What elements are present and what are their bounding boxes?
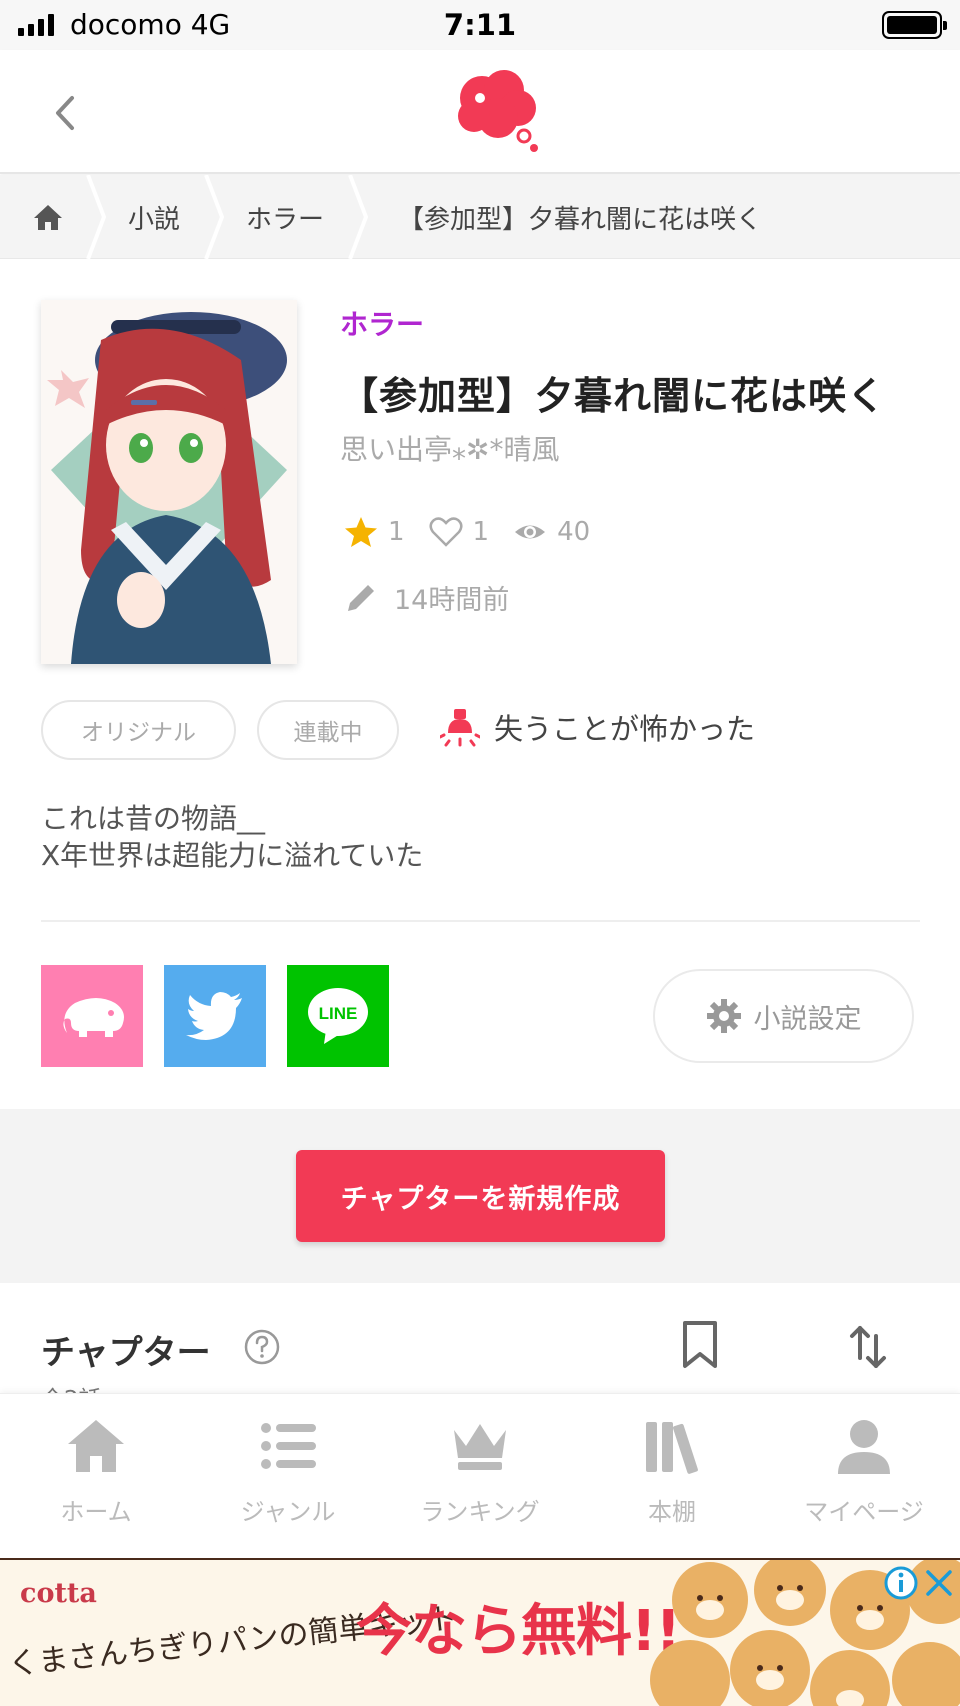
tab-home[interactable]: ホーム xyxy=(0,1414,192,1527)
breadcrumb-item-current: 【参加型】夕暮れ闇に花は咲く xyxy=(398,204,763,235)
line-icon: LINE xyxy=(308,988,368,1044)
tab-bookshelf[interactable]: 本棚 xyxy=(576,1414,768,1527)
tab-bookshelf-label: 本棚 xyxy=(648,1498,696,1526)
ad-headline: 今なら無料!! xyxy=(356,1599,681,1664)
book-description: これは昔の物語__ X年世界は超能力に溢れていた xyxy=(41,802,424,872)
updated-time: 14時間前 xyxy=(344,578,509,617)
breadcrumb: 小説 ホラー 【参加型】夕暮れ闇に花は咲く xyxy=(0,175,960,259)
view-count: 40 xyxy=(557,517,591,547)
help-icon[interactable] xyxy=(244,1329,280,1365)
create-chapter-button[interactable]: チャプターを新規作成 xyxy=(296,1150,665,1242)
tab-mypage[interactable]: マイページ xyxy=(768,1414,960,1527)
book-stats: 1 1 40 xyxy=(344,515,614,549)
ad-brand: cotta xyxy=(20,1578,97,1609)
theme-label: 失うことが怖かった xyxy=(440,705,755,749)
tab-mypage-label: マイページ xyxy=(804,1498,924,1526)
home-icon xyxy=(34,205,62,230)
bookmark-icon[interactable] xyxy=(680,1320,720,1370)
updated-label: 14時間前 xyxy=(394,585,510,616)
share-elephant-button[interactable] xyxy=(41,965,143,1067)
divider xyxy=(41,920,920,922)
tag-original[interactable]: オリジナル xyxy=(41,700,236,760)
settings-label: 小説設定 xyxy=(753,1003,862,1035)
tab-genre-label: ジャンル xyxy=(240,1498,336,1526)
book-title: 【参加型】夕暮れ闇に花は咲く xyxy=(340,374,887,418)
clock: 7:11 xyxy=(443,8,517,42)
star-icon xyxy=(345,517,377,547)
user-icon xyxy=(838,1420,890,1474)
share-twitter-button[interactable] xyxy=(164,965,266,1067)
chevron-left-icon[interactable] xyxy=(46,88,86,138)
status-bar: docomo 4G 7:11 xyxy=(0,0,960,50)
gear-icon xyxy=(706,999,741,1033)
like-count: 1 xyxy=(472,517,490,547)
ad-banner[interactable]: cotta くまさんちぎりパンの簡単キット 今なら無料!! xyxy=(0,1558,960,1706)
ad-close-icon[interactable] xyxy=(922,1566,956,1600)
author-link[interactable]: 思い出亭⁎✲*晴風 xyxy=(340,428,559,468)
tab-ranking[interactable]: ランキング xyxy=(384,1414,576,1527)
crown-icon xyxy=(454,1424,506,1470)
elephant-icon xyxy=(63,998,124,1037)
genre-link[interactable]: ホラー xyxy=(340,303,424,343)
chapter-count: 全2話 xyxy=(41,1380,102,1394)
eye-icon xyxy=(515,525,546,539)
book-cover-image[interactable] xyxy=(41,300,297,664)
twitter-bird-icon xyxy=(186,992,242,1040)
app-header xyxy=(0,50,960,174)
bottom-tab-bar: ホーム ジャンル ランキング 本棚 マイページ xyxy=(0,1393,960,1558)
share-line-button[interactable]: LINE xyxy=(287,965,389,1067)
tab-ranking-label: ランキング xyxy=(420,1498,540,1526)
tab-genre[interactable]: ジャンル xyxy=(192,1414,384,1527)
app-logo[interactable] xyxy=(452,68,544,154)
heart-icon xyxy=(429,517,463,547)
tag-serializing[interactable]: 連載中 xyxy=(257,700,399,760)
breadcrumb-item-genre[interactable]: ホラー xyxy=(246,175,324,259)
battery-icon xyxy=(882,11,947,39)
ad-info-icon[interactable] xyxy=(884,1566,918,1600)
pencil-icon xyxy=(348,584,374,611)
star-count: 1 xyxy=(388,517,405,547)
lightbulb-icon xyxy=(440,709,480,747)
breadcrumb-home[interactable] xyxy=(0,175,96,259)
breadcrumb-item-novel[interactable]: 小説 xyxy=(128,175,180,259)
line-text: LINE xyxy=(319,1004,358,1023)
chapters-heading: チャプター xyxy=(41,1333,211,1373)
bookshelf-icon xyxy=(646,1422,698,1474)
list-icon xyxy=(261,1423,316,1469)
tab-home-label: ホーム xyxy=(60,1498,132,1526)
novel-settings-button[interactable]: 小説設定 xyxy=(653,969,914,1063)
home-icon xyxy=(68,1420,124,1472)
sort-icon[interactable] xyxy=(848,1322,888,1372)
theme-text: 失うことが怖かった xyxy=(494,712,756,746)
